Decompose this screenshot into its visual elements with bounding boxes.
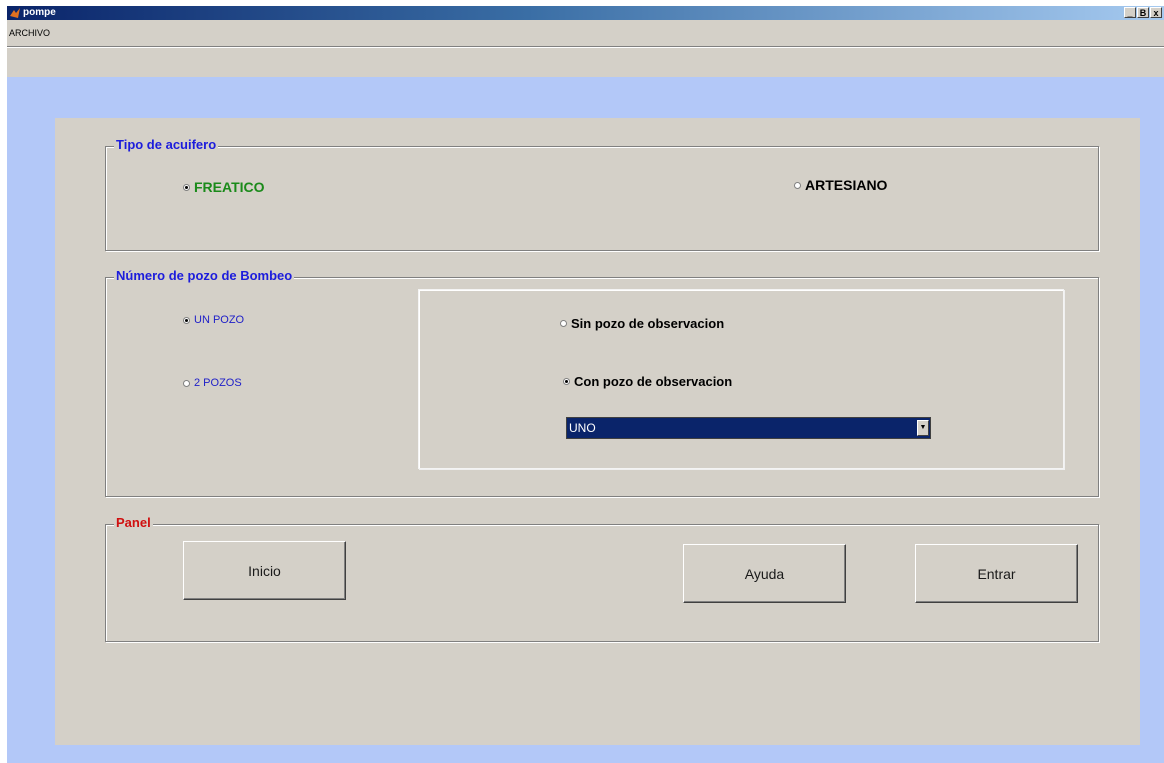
inicio-button[interactable]: Inicio (183, 541, 346, 600)
radio-artesiano[interactable]: ARTESIANO (794, 177, 887, 193)
radio-2-pozos-label: 2 POZOS (194, 377, 242, 389)
toolbar (7, 47, 1164, 78)
radio-freatico[interactable]: FREATICO (183, 179, 265, 195)
menu-bar: ARCHIVO (7, 20, 1164, 47)
radio-con-pozo-dot (563, 378, 570, 385)
radio-sin-pozo-dot (560, 320, 567, 327)
radio-2-pozos[interactable]: 2 POZOS (183, 377, 242, 389)
entrar-button[interactable]: Entrar (915, 544, 1078, 603)
radio-2-pozos-dot (183, 379, 190, 387)
inicio-button-label: Inicio (248, 562, 281, 579)
radio-sin-pozo[interactable]: Sin pozo de observacion (560, 316, 724, 331)
radio-freatico-dot (183, 183, 190, 191)
radio-artesiano-label: ARTESIANO (805, 177, 888, 193)
window-controls: _ B x (1124, 7, 1162, 18)
close-button[interactable]: x (1150, 7, 1162, 18)
radio-un-pozo-label: UN POZO (194, 314, 245, 326)
maximize-button[interactable]: B (1137, 7, 1149, 18)
ayuda-button[interactable]: Ayuda (683, 544, 846, 603)
radio-sin-pozo-label: Sin pozo de observacion (571, 316, 725, 331)
matlab-icon (10, 8, 20, 18)
chevron-down-icon[interactable]: ▼ (917, 420, 929, 436)
numero-pozo-title: Número de pozo de Bombeo (114, 268, 295, 284)
ayuda-button-label: Ayuda (744, 565, 785, 582)
radio-con-pozo[interactable]: Con pozo de observacion (563, 374, 732, 389)
menu-archivo[interactable]: ARCHIVO (9, 28, 50, 38)
radio-freatico-label: FREATICO (194, 179, 265, 195)
observacion-select-value: UNO (569, 421, 596, 435)
observacion-panel (418, 289, 1064, 469)
minimize-button[interactable]: _ (1124, 7, 1136, 18)
radio-con-pozo-label: Con pozo de observacion (574, 374, 733, 389)
tipo-acuifero-title: Tipo de acuifero (114, 137, 219, 153)
radio-un-pozo-dot (183, 316, 190, 324)
entrar-button-label: Entrar (977, 565, 1016, 582)
radio-un-pozo[interactable]: UN POZO (183, 314, 244, 326)
title-bar[interactable]: pompe _ B x (7, 6, 1164, 20)
window-title: pompe (23, 7, 56, 18)
panel-title: Panel (114, 515, 153, 531)
tipo-acuifero-group: Tipo de acuifero (105, 137, 1099, 251)
observacion-select[interactable]: UNO ▼ (566, 417, 931, 439)
radio-artesiano-dot (794, 181, 801, 189)
